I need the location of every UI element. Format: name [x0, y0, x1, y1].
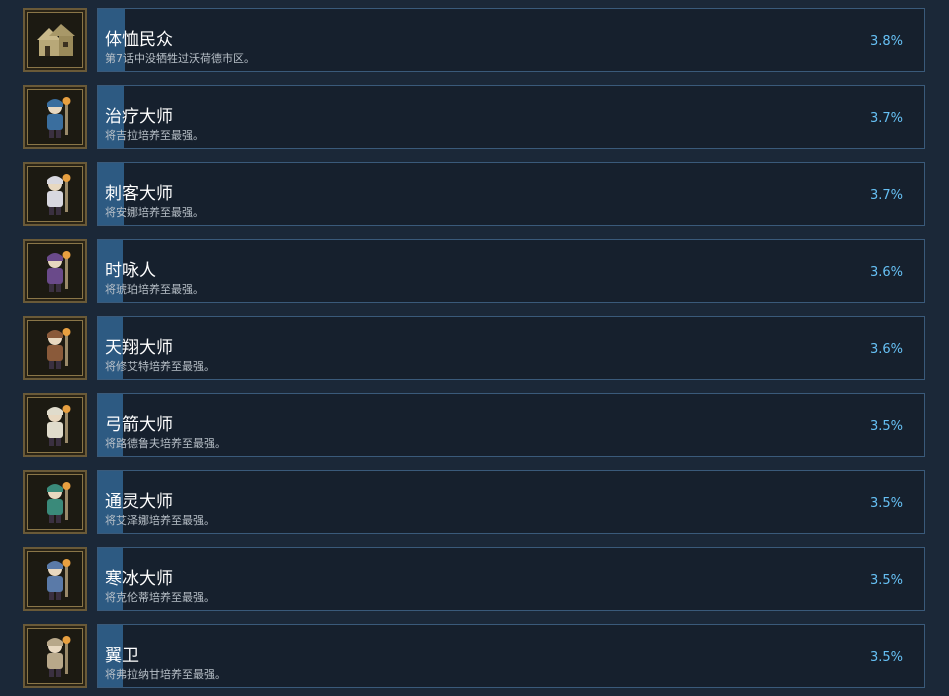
achievement-panel: 天翔大师将修艾特培养至最强。 3.6% [97, 316, 925, 380]
achievement-panel: 通灵大师将艾泽娜培养至最强。 3.5% [97, 470, 925, 534]
achievement-panel: 翼卫将弗拉纳甘培养至最强。 3.5% [97, 624, 925, 688]
achievement-title: 刺客大师 [105, 184, 173, 204]
achievement-panel: 治疗大师将吉拉培养至最强。 3.7% [97, 85, 925, 149]
achievement-title: 时咏人 [105, 261, 156, 281]
ice-mage-character-icon [23, 547, 87, 611]
achievement-description: 将吉拉培养至最强。 [105, 129, 204, 142]
achievement-row[interactable]: 体恤民众第7话中没牺牲过沃荷德市区。 3.8% [0, 8, 949, 78]
achievement-row[interactable]: 弓箭大师将路德鲁夫培养至最强。 3.5% [0, 393, 949, 463]
achievement-description: 将路德鲁夫培养至最强。 [105, 437, 226, 450]
achievement-title: 寒冰大师 [105, 569, 173, 589]
achievement-title: 天翔大师 [105, 338, 173, 358]
achievement-title: 翼卫 [105, 646, 139, 666]
achievement-description: 将琥珀培养至最强。 [105, 283, 204, 296]
unlock-percentage: 3.6% [869, 342, 903, 357]
achievement-title: 体恤民众 [105, 30, 173, 50]
archer-character-icon [23, 393, 87, 457]
unlock-percentage: 3.5% [869, 650, 903, 665]
unlock-percentage: 3.5% [869, 496, 903, 511]
achievement-description: 将修艾特培养至最强。 [105, 360, 215, 373]
achievement-description: 第7话中没牺牲过沃荷德市区。 [105, 52, 255, 65]
achievement-row[interactable]: 翼卫将弗拉纳甘培养至最强。 3.5% [0, 624, 949, 694]
wing-guard-character-icon [23, 624, 87, 688]
skyborne-character-icon [23, 316, 87, 380]
healer-character-icon [23, 85, 87, 149]
achievement-row[interactable]: 治疗大师将吉拉培养至最强。 3.7% [0, 85, 949, 155]
chanter-character-icon [23, 239, 87, 303]
achievement-title: 通灵大师 [105, 492, 173, 512]
achievement-panel: 时咏人将琥珀培养至最强。 3.6% [97, 239, 925, 303]
achievement-row[interactable]: 刺客大师将安娜培养至最强。 3.7% [0, 162, 949, 232]
achievement-row[interactable]: 通灵大师将艾泽娜培养至最强。 3.5% [0, 470, 949, 540]
unlock-percentage: 3.6% [869, 265, 903, 280]
achievement-row[interactable]: 天翔大师将修艾特培养至最强。 3.6% [0, 316, 949, 386]
achievement-description: 将安娜培养至最强。 [105, 206, 204, 219]
achievement-row[interactable]: 寒冰大师将克伦蒂培养至最强。 3.5% [0, 547, 949, 617]
achievement-panel: 体恤民众第7话中没牺牲过沃荷德市区。 3.8% [97, 8, 925, 72]
achievement-title: 治疗大师 [105, 107, 173, 127]
unlock-percentage: 3.7% [869, 111, 903, 126]
assassin-character-icon [23, 162, 87, 226]
unlock-percentage: 3.7% [869, 188, 903, 203]
achievement-row[interactable]: 时咏人将琥珀培养至最强。 3.6% [0, 239, 949, 309]
unlock-percentage: 3.5% [869, 419, 903, 434]
village-house-icon [23, 8, 87, 72]
achievement-description: 将弗拉纳甘培养至最强。 [105, 668, 226, 681]
achievement-description: 将克伦蒂培养至最强。 [105, 591, 215, 604]
achievement-description: 将艾泽娜培养至最强。 [105, 514, 215, 527]
necromancer-character-icon [23, 470, 87, 534]
unlock-percentage: 3.8% [869, 34, 903, 49]
achievement-list: 体恤民众第7话中没牺牲过沃荷德市区。 3.8% 治疗大师将吉拉培养至最强。 3.7%… [0, 0, 949, 696]
achievement-panel: 弓箭大师将路德鲁夫培养至最强。 3.5% [97, 393, 925, 457]
achievement-panel: 寒冰大师将克伦蒂培养至最强。 3.5% [97, 547, 925, 611]
unlock-percentage: 3.5% [869, 573, 903, 588]
achievement-panel: 刺客大师将安娜培养至最强。 3.7% [97, 162, 925, 226]
achievement-title: 弓箭大师 [105, 415, 173, 435]
